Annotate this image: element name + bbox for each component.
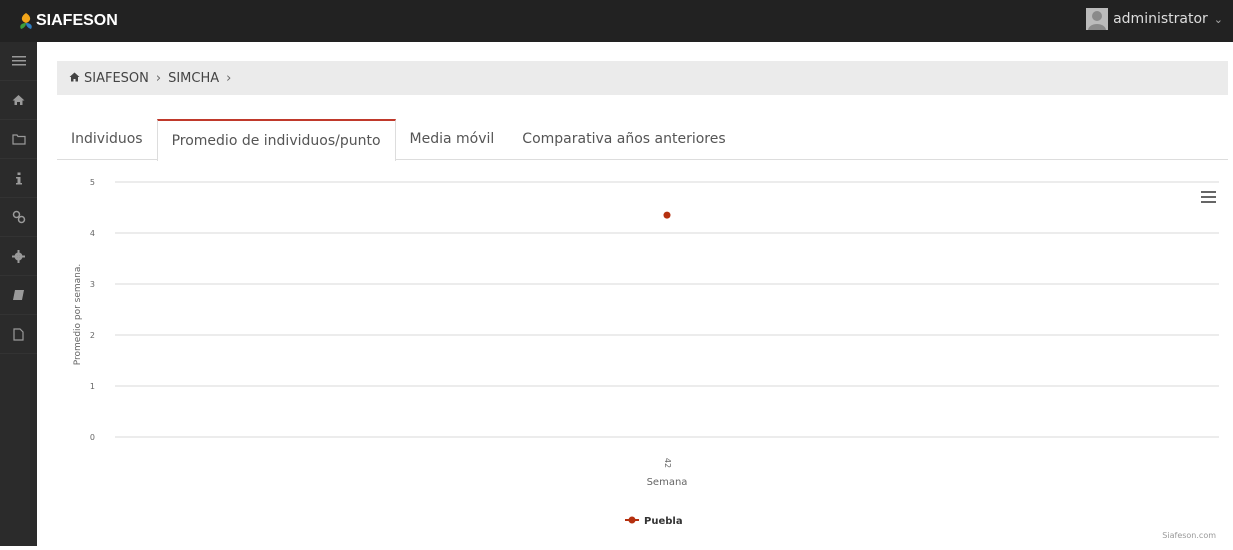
y-tick-label: 5 [90, 178, 95, 187]
tab-comparativa[interactable]: Comparativa años anteriores [508, 119, 739, 158]
legend-label-puebla: Puebla [644, 516, 683, 527]
book-icon[interactable] [0, 276, 37, 315]
menu-icon[interactable] [0, 42, 37, 81]
top-navbar: SIAFESON administrator ⌄ [0, 0, 1233, 42]
chevron-right-icon: › [155, 70, 162, 86]
legend-marker [628, 516, 636, 524]
folder-icon[interactable] [0, 120, 37, 159]
y-tick-label: 1 [90, 382, 95, 391]
tab-individuos[interactable]: Individuos [57, 119, 157, 158]
link-icon[interactable] [0, 198, 37, 237]
data-point [663, 211, 671, 219]
y-axis-label: Promedio por semana. [73, 264, 83, 366]
sidebar [0, 42, 37, 546]
tab-media-movil[interactable]: Media móvil [396, 119, 509, 158]
x-axis-label: Semana [647, 477, 688, 488]
tab-bar: Individuos Promedio de individuos/punto … [57, 119, 1228, 161]
user-menu[interactable]: administrator ⌄ [1086, 8, 1223, 30]
breadcrumb: SIAFESON › SIMCHA › [57, 61, 1228, 95]
brand-name: SIAFESON [36, 12, 118, 29]
tab-promedio[interactable]: Promedio de individuos/punto [156, 119, 396, 161]
chart-menu-button[interactable] [1201, 191, 1216, 206]
chevron-right-icon: › [226, 70, 232, 86]
avatar [1086, 8, 1109, 30]
breadcrumb-item-simcha[interactable]: SIMCHA [168, 71, 219, 86]
y-tick-label: 4 [90, 229, 95, 238]
breadcrumb-item-siafeson[interactable]: SIAFESON [84, 71, 149, 86]
y-tick-label: 0 [90, 433, 95, 442]
chart-credit[interactable]: Siafeson.com [1162, 531, 1216, 540]
brand-logo[interactable]: SIAFESON [18, 0, 118, 42]
gear-icon[interactable] [0, 237, 37, 276]
user-name: administrator [1113, 11, 1208, 27]
leaf-logo-icon [20, 13, 32, 29]
chart-container: 0 1 2 3 4 5 Promedio por semana. 42 Semana Puebla… [57, 165, 1228, 546]
chevron-down-icon: ⌄ [1213, 12, 1223, 26]
home-icon[interactable] [0, 81, 37, 120]
line-chart: 0 1 2 3 4 5 Promedio por semana. 42 Semana Puebla [73, 178, 1219, 527]
info-icon[interactable] [0, 159, 37, 198]
home-icon [69, 71, 80, 85]
x-tick-label: 42 [663, 458, 672, 468]
y-tick-label: 2 [90, 331, 95, 340]
y-tick-label: 3 [90, 280, 95, 289]
file-icon[interactable] [0, 315, 37, 354]
